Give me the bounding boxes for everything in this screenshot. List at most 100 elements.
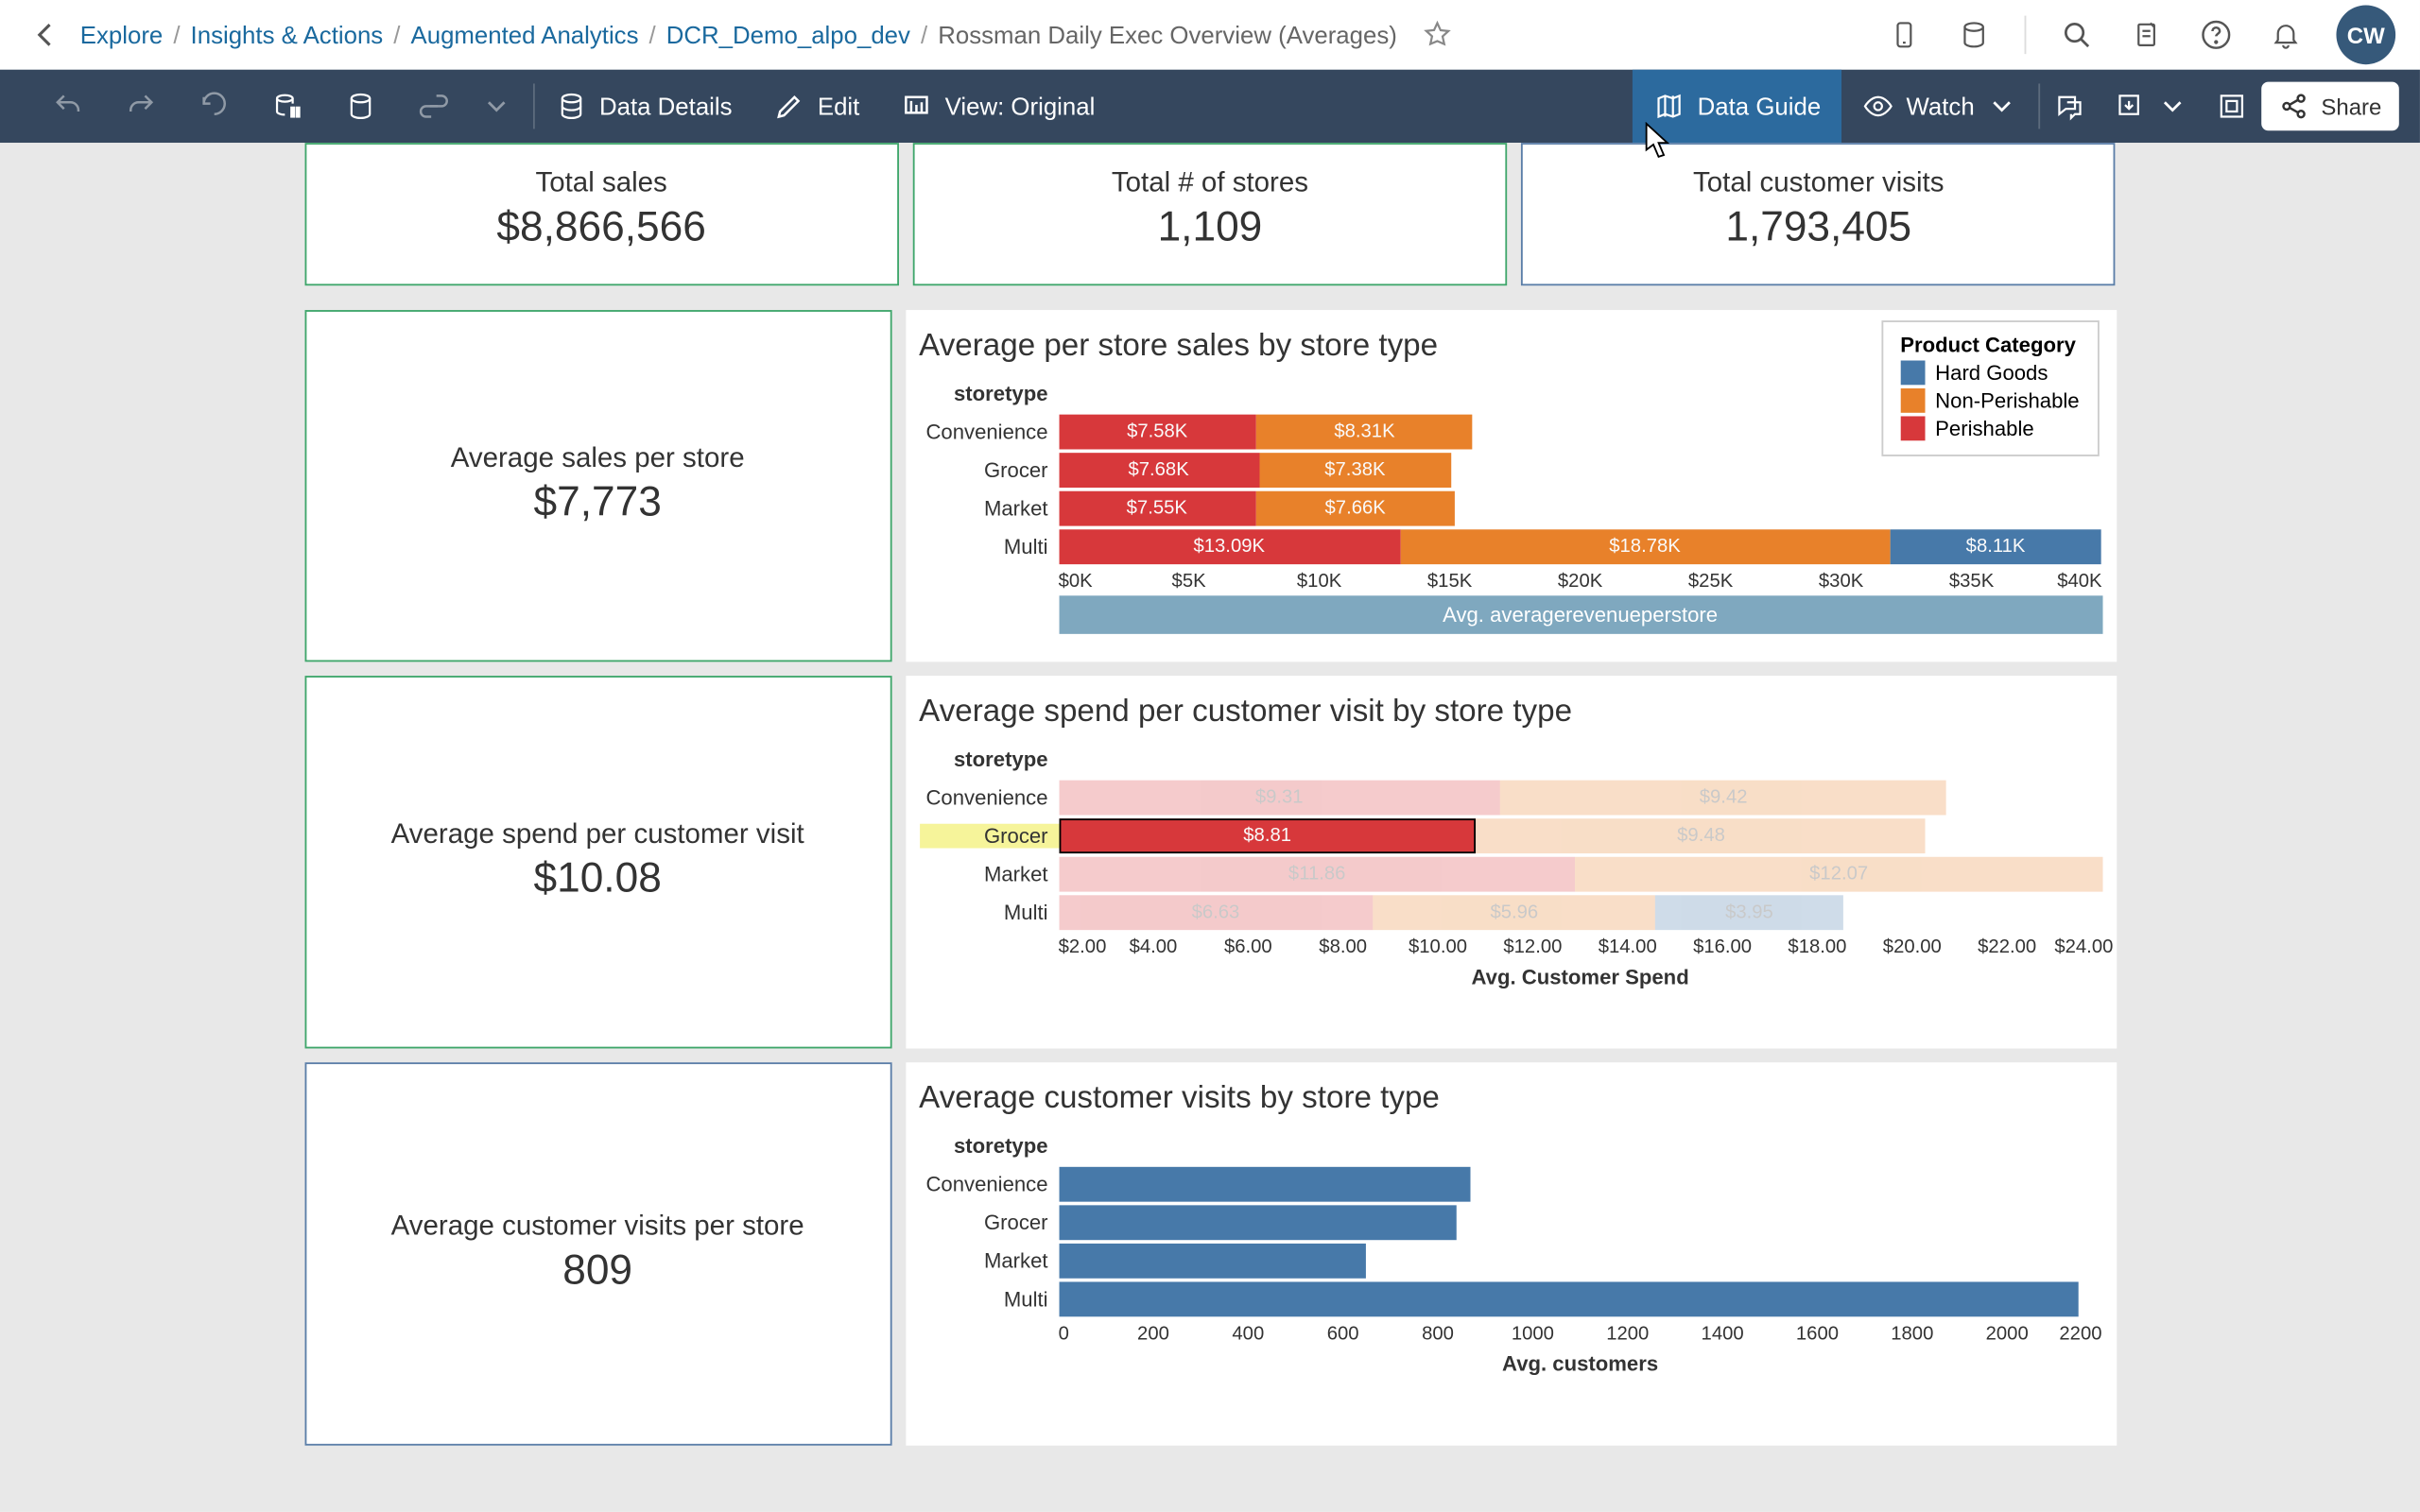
bar-segment[interactable]: $7.55K bbox=[1059, 490, 1255, 525]
kpi-value: 1,109 bbox=[932, 204, 1489, 253]
comments-icon[interactable] bbox=[2041, 70, 2100, 143]
bar-segment[interactable]: $9.42 bbox=[1500, 780, 1947, 815]
kpi-value: $10.08 bbox=[534, 855, 662, 904]
kpi-total-sales[interactable]: Total sales $8,866,566 bbox=[304, 143, 899, 285]
top-bar: Explore/ Insights & Actions/ Augmented A… bbox=[0, 0, 2420, 70]
share-button[interactable]: Share bbox=[2262, 82, 2399, 131]
bar-segment[interactable] bbox=[1059, 1166, 1472, 1201]
breadcrumb-link[interactable]: Augmented Analytics bbox=[411, 21, 639, 48]
bar-segment[interactable]: $8.81 bbox=[1059, 817, 1477, 852]
kpi-total-visits[interactable]: Total customer visits 1,793,405 bbox=[1521, 143, 2116, 285]
bar-segment[interactable]: $12.07 bbox=[1576, 856, 2102, 891]
bar-row[interactable]: Market$7.55K$7.66K bbox=[919, 490, 2101, 526]
clipboard-icon[interactable] bbox=[2127, 16, 2166, 55]
chart-bars: storetypeConvenience$7.58K$8.31KGrocer$7… bbox=[919, 374, 2101, 634]
chart-title: Average spend per customer visit by stor… bbox=[919, 694, 2101, 730]
bar-segment[interactable]: $7.58K bbox=[1059, 414, 1256, 449]
bar-segment[interactable] bbox=[1059, 1204, 1457, 1239]
bar-row[interactable]: Market$11.86$12.07 bbox=[919, 855, 2101, 892]
kpi-avg-visits[interactable]: Average customer visits per store 809 bbox=[304, 1062, 891, 1445]
kpi-title: Average sales per store bbox=[451, 444, 745, 475]
data-details-label: Data Details bbox=[599, 93, 733, 120]
bar-segment[interactable]: $9.48 bbox=[1477, 817, 1927, 852]
chevron-down-icon bbox=[1987, 91, 2018, 122]
watch-label: Watch bbox=[1907, 93, 1975, 120]
undo-button[interactable] bbox=[39, 70, 98, 143]
kpi-avg-spend[interactable]: Average spend per customer visit $10.08 bbox=[304, 676, 891, 1048]
kpi-avg-sales[interactable]: Average sales per store $7,773 bbox=[304, 310, 891, 662]
pause-datasource-icon[interactable] bbox=[258, 70, 318, 143]
share-label: Share bbox=[2321, 94, 2381, 120]
link-icon[interactable] bbox=[405, 70, 464, 143]
bar-row[interactable]: Multi$13.09K$18.78K$8.11K bbox=[919, 527, 2101, 564]
data-guide-button[interactable]: Data Guide bbox=[1633, 70, 1841, 143]
kpi-value: 1,793,405 bbox=[1541, 204, 2098, 253]
database-icon[interactable] bbox=[1955, 16, 1994, 55]
data-guide-label: Data Guide bbox=[1698, 93, 1822, 120]
bar-segment[interactable]: $8.31K bbox=[1256, 414, 1473, 449]
breadcrumb-link[interactable]: DCR_Demo_alpo_dev bbox=[666, 21, 910, 48]
fullscreen-icon[interactable] bbox=[2203, 70, 2262, 143]
breadcrumb-link[interactable]: Insights & Actions bbox=[191, 21, 384, 48]
dashboard-area: Total sales $8,866,566 Total # of stores… bbox=[0, 143, 2420, 1512]
bar-segment[interactable]: $13.09K bbox=[1059, 528, 1400, 563]
view-button[interactable]: View: Original bbox=[880, 70, 1115, 143]
bar-segment[interactable] bbox=[1059, 1243, 1367, 1278]
chart-spend-by-store-type[interactable]: Average spend per customer visit by stor… bbox=[905, 676, 2116, 1048]
revert-button[interactable] bbox=[184, 70, 244, 143]
topbar-actions: CW bbox=[1885, 6, 2395, 65]
bar-segment[interactable]: $7.68K bbox=[1059, 452, 1259, 487]
kpi-title: Total sales bbox=[323, 169, 880, 200]
watch-button[interactable]: Watch bbox=[1841, 70, 2039, 143]
datasource-icon[interactable] bbox=[331, 70, 390, 143]
kpi-total-stores[interactable]: Total # of stores 1,109 bbox=[912, 143, 1507, 285]
user-avatar[interactable]: CW bbox=[2336, 6, 2395, 65]
bar-segment[interactable]: $8.11K bbox=[1890, 528, 2101, 563]
bar-segment[interactable]: $6.63 bbox=[1059, 894, 1374, 929]
view-label: View: Original bbox=[945, 93, 1096, 120]
kpi-title: Average customer visits per store bbox=[391, 1212, 804, 1244]
bar-segment[interactable]: $3.95 bbox=[1655, 894, 1842, 929]
notifications-icon[interactable] bbox=[2267, 16, 2306, 55]
bar-row[interactable]: Convenience$9.31$9.42 bbox=[919, 779, 2101, 816]
chart-visits-by-store-type[interactable]: Average customer visits by store type st… bbox=[905, 1062, 2116, 1445]
breadcrumb: Explore/ Insights & Actions/ Augmented A… bbox=[80, 16, 1872, 55]
bar-segment[interactable]: $7.38K bbox=[1259, 452, 1452, 487]
bar-row[interactable]: Multi bbox=[919, 1280, 2101, 1317]
redo-button[interactable] bbox=[112, 70, 171, 143]
mobile-icon[interactable] bbox=[1885, 16, 1924, 55]
bar-segment[interactable]: $18.78K bbox=[1400, 528, 1890, 563]
data-details-button[interactable]: Data Details bbox=[535, 70, 753, 143]
bar-segment[interactable] bbox=[1059, 1281, 2079, 1316]
bar-segment[interactable]: $9.31 bbox=[1059, 780, 1500, 815]
dropdown-caret-icon[interactable] bbox=[477, 70, 516, 143]
breadcrumb-link[interactable]: Explore bbox=[80, 21, 163, 48]
bar-row[interactable]: Grocer$8.81$9.48 bbox=[919, 816, 2101, 853]
download-icon[interactable] bbox=[2100, 70, 2203, 143]
help-icon[interactable] bbox=[2197, 16, 2236, 55]
chart-bars: storetypeConvenience$9.31$9.42Grocer$8.8… bbox=[919, 740, 2101, 989]
bar-row[interactable]: Grocer bbox=[919, 1204, 2101, 1241]
chart-title: Average customer visits by store type bbox=[919, 1080, 2101, 1117]
chart-sales-by-store-type[interactable]: Average per store sales by store type Pr… bbox=[905, 310, 2116, 662]
kpi-title: Total customer visits bbox=[1541, 169, 2098, 200]
search-icon[interactable] bbox=[2058, 16, 2097, 55]
bar-segment[interactable]: $7.66K bbox=[1255, 490, 1455, 525]
kpi-value: $7,773 bbox=[534, 479, 662, 528]
bar-row[interactable]: Convenience bbox=[919, 1165, 2101, 1202]
edit-button[interactable]: Edit bbox=[753, 70, 881, 143]
back-button[interactable] bbox=[25, 14, 66, 56]
kpi-title: Total # of stores bbox=[932, 169, 1489, 200]
bar-row[interactable]: Market bbox=[919, 1242, 2101, 1279]
kpi-title: Average spend per customer visit bbox=[391, 820, 804, 851]
bar-row[interactable]: Convenience$7.58K$8.31K bbox=[919, 413, 2101, 450]
bar-segment[interactable]: $11.86 bbox=[1059, 856, 1576, 891]
toolbar: Data Details Edit View: Original Data Gu… bbox=[0, 70, 2420, 143]
favorite-star-icon[interactable] bbox=[1418, 16, 1457, 55]
bar-segment[interactable]: $5.96 bbox=[1373, 894, 1655, 929]
bar-row[interactable]: Grocer$7.68K$7.38K bbox=[919, 451, 2101, 488]
legend-header: Product Category bbox=[1900, 333, 2079, 357]
breadcrumb-current: Rossman Daily Exec Overview (Averages) bbox=[938, 21, 1397, 48]
bar-row[interactable]: Multi$6.63$5.96$3.95 bbox=[919, 893, 2101, 930]
kpi-value: $8,866,566 bbox=[323, 204, 880, 253]
